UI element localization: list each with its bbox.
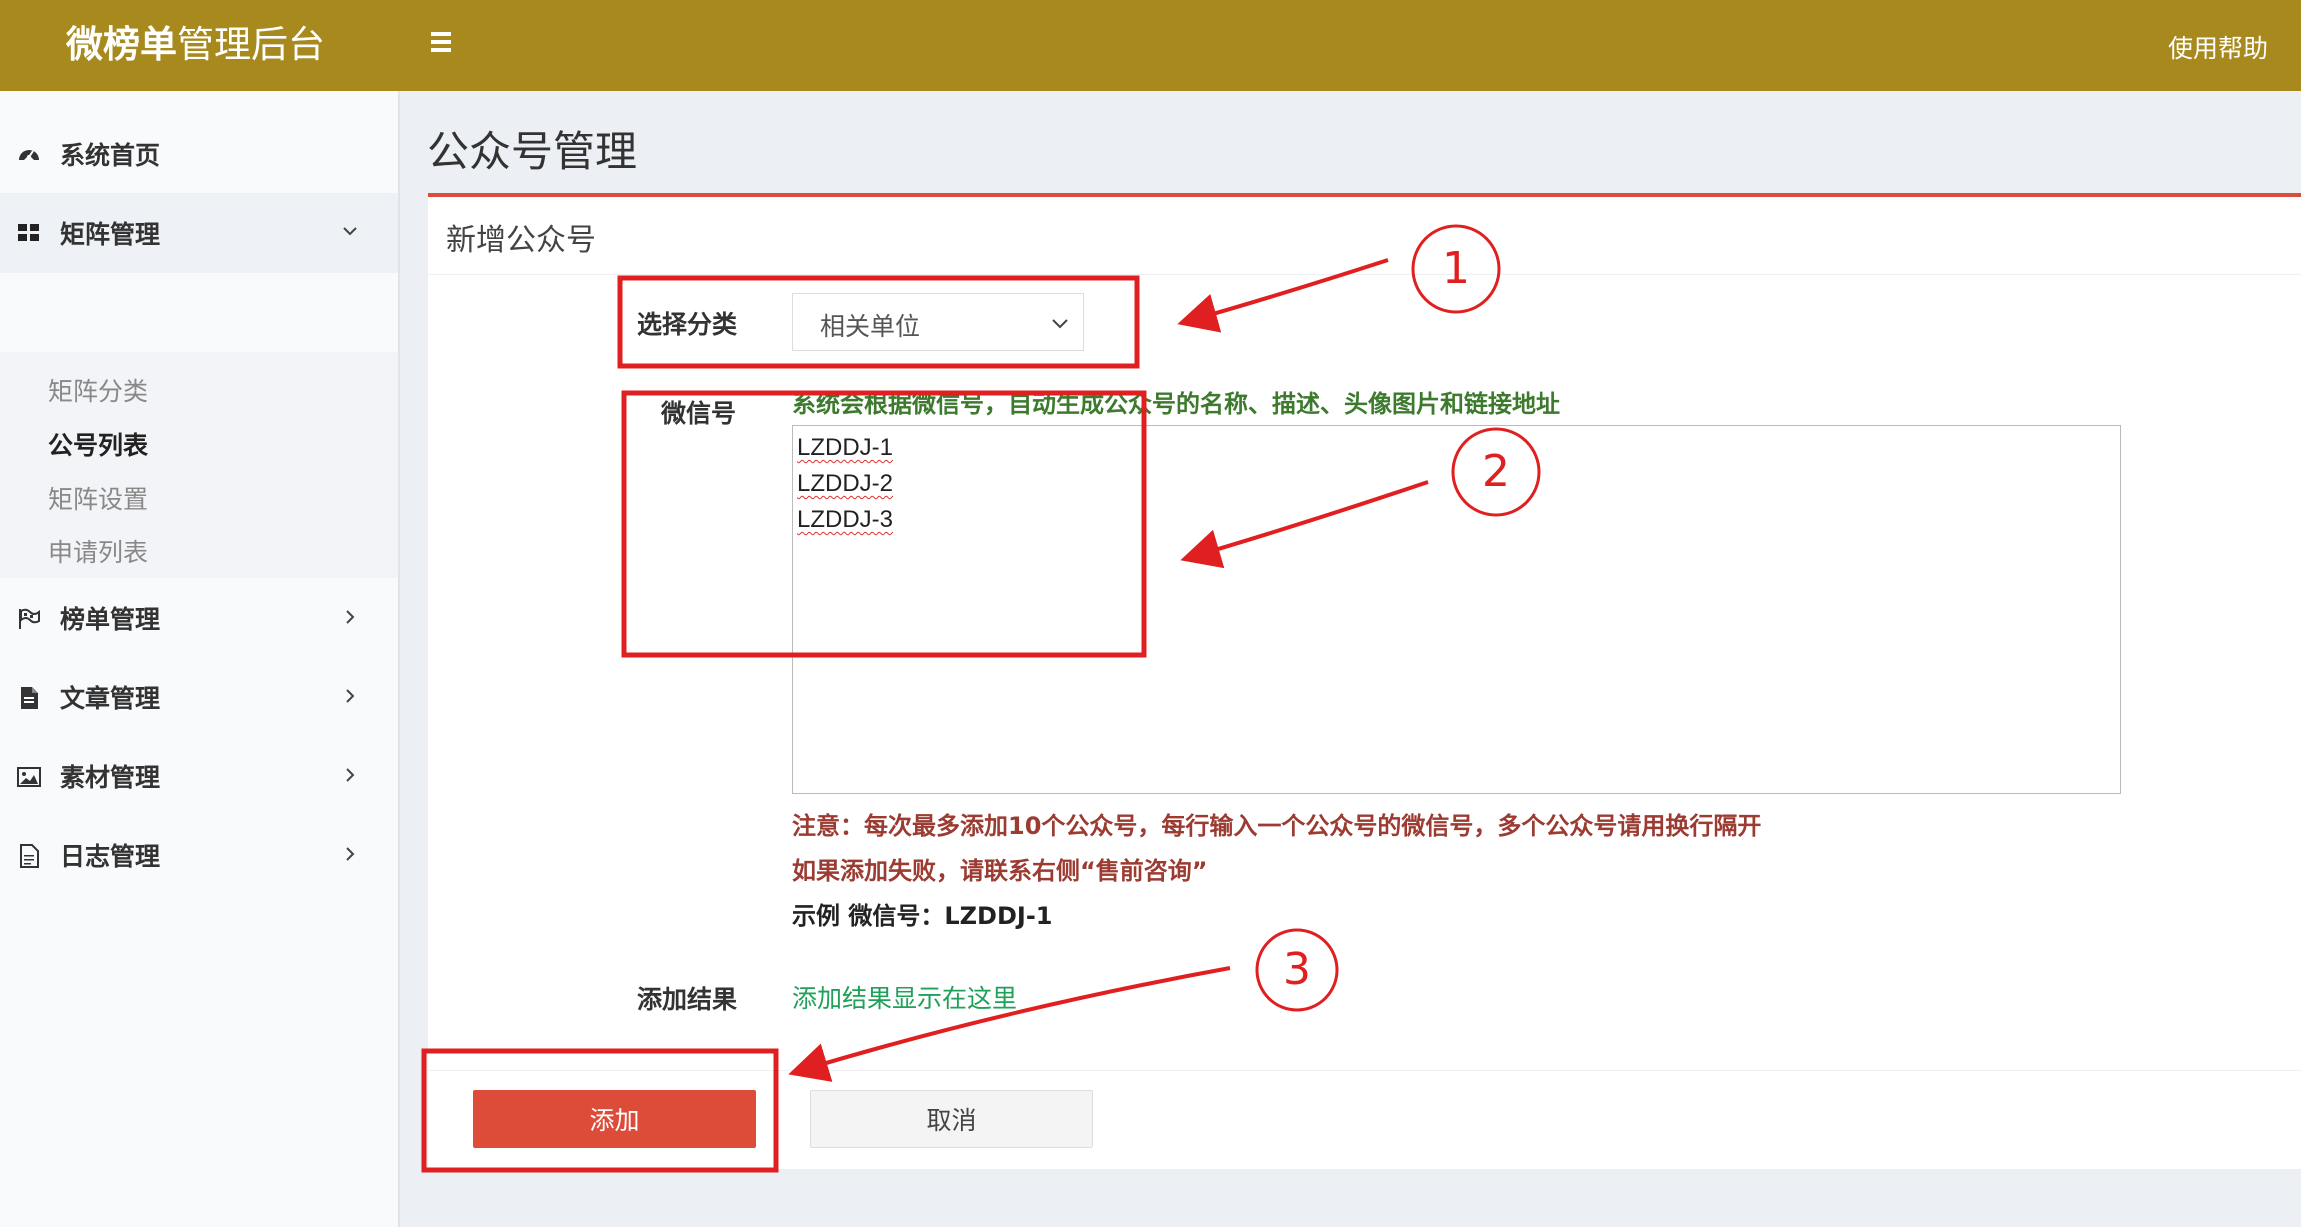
chevron-down-icon xyxy=(1052,319,1068,329)
app-logo[interactable]: 微榜单管理后台 xyxy=(66,23,325,67)
textarea-line: LZDDJ-2 xyxy=(797,470,894,497)
sidebar-item-materials[interactable]: 素材管理 xyxy=(0,737,398,815)
submenu-item-account-list[interactable]: 公号列表 xyxy=(48,426,148,462)
logo-bold: 微榜单 xyxy=(66,23,177,66)
flag-icon xyxy=(19,608,40,629)
bottom-strip xyxy=(402,1169,2301,1227)
matrix-submenu: 矩阵分类 公号列表 矩阵设置 申请列表 xyxy=(0,352,398,578)
chevron-right-icon xyxy=(346,610,355,624)
card-divider xyxy=(428,274,2301,275)
category-label: 选择分类 xyxy=(637,310,738,339)
sidebar-item-label: 系统首页 xyxy=(60,141,161,170)
grid-icon xyxy=(18,224,39,241)
card-title: 新增公众号 xyxy=(446,223,596,258)
log-icon xyxy=(20,844,39,868)
failure-note: 如果添加失败，请联系右侧“售前咨询” xyxy=(792,857,1208,885)
sidebar-item-articles[interactable]: 文章管理 xyxy=(0,658,398,736)
form-footer-divider xyxy=(428,1070,2301,1071)
menu-toggle-icon[interactable] xyxy=(424,28,458,62)
help-link[interactable]: 使用帮助 xyxy=(2168,29,2268,65)
sidebar: 系统首页 矩阵管理 矩阵分类 公号列表 矩阵设置 申请列表 榜单管理 文章管理 … xyxy=(0,91,400,1227)
step-number-2: 2 xyxy=(1482,446,1510,497)
submenu-item-application-list[interactable]: 申请列表 xyxy=(48,533,148,569)
dashboard-icon xyxy=(19,150,39,160)
sidebar-item-label: 榜单管理 xyxy=(60,605,161,634)
category-select-value: 相关单位 xyxy=(820,312,921,341)
page-title: 公众号管理 xyxy=(427,127,638,176)
logo-rest: 管理后台 xyxy=(177,23,325,66)
limit-note: 注意：每次最多添加10个公众号，每行输入一个公众号的微信号，多个公众号请用换行隔… xyxy=(792,812,1762,840)
step-number-1: 1 xyxy=(1442,243,1470,294)
step-number-3: 3 xyxy=(1283,944,1311,995)
chevron-down-icon xyxy=(343,227,357,236)
sidebar-item-label: 文章管理 xyxy=(60,684,161,713)
example-text: 示例 微信号：LZDDJ-1 xyxy=(792,902,1053,930)
textarea-line: LZDDJ-1 xyxy=(797,434,894,461)
sidebar-item-label: 日志管理 xyxy=(60,842,161,871)
cancel-button[interactable]: 取消 xyxy=(810,1090,1093,1148)
sidebar-item-home[interactable]: 系统首页 xyxy=(0,115,398,193)
result-label: 添加结果 xyxy=(637,985,738,1014)
sidebar-item-label: 矩阵管理 xyxy=(60,220,161,249)
chevron-right-icon xyxy=(346,768,355,782)
image-icon xyxy=(17,767,41,787)
chevron-right-icon xyxy=(346,689,355,703)
top-header: 微榜单管理后台 使用帮助 xyxy=(0,0,2301,91)
submenu-item-matrix-category[interactable]: 矩阵分类 xyxy=(48,372,148,408)
sidebar-item-matrix[interactable]: 矩阵管理 xyxy=(0,193,398,273)
add-button[interactable]: 添加 xyxy=(473,1090,756,1148)
wechat-hint: 系统会根据微信号，自动生成公众号的名称、描述、头像图片和链接地址 xyxy=(792,390,1560,418)
sidebar-item-label: 素材管理 xyxy=(60,763,161,792)
wechat-label: 微信号 xyxy=(661,399,737,428)
document-icon xyxy=(21,687,38,709)
textarea-line: LZDDJ-3 xyxy=(797,506,894,533)
category-select[interactable]: 相关单位 xyxy=(792,293,1084,351)
submenu-item-matrix-settings[interactable]: 矩阵设置 xyxy=(48,480,148,516)
sidebar-item-rankings[interactable]: 榜单管理 xyxy=(0,579,398,657)
result-text: 添加结果显示在这里 xyxy=(792,984,1018,1013)
sidebar-item-logs[interactable]: 日志管理 xyxy=(0,816,398,894)
chevron-right-icon xyxy=(346,847,355,861)
